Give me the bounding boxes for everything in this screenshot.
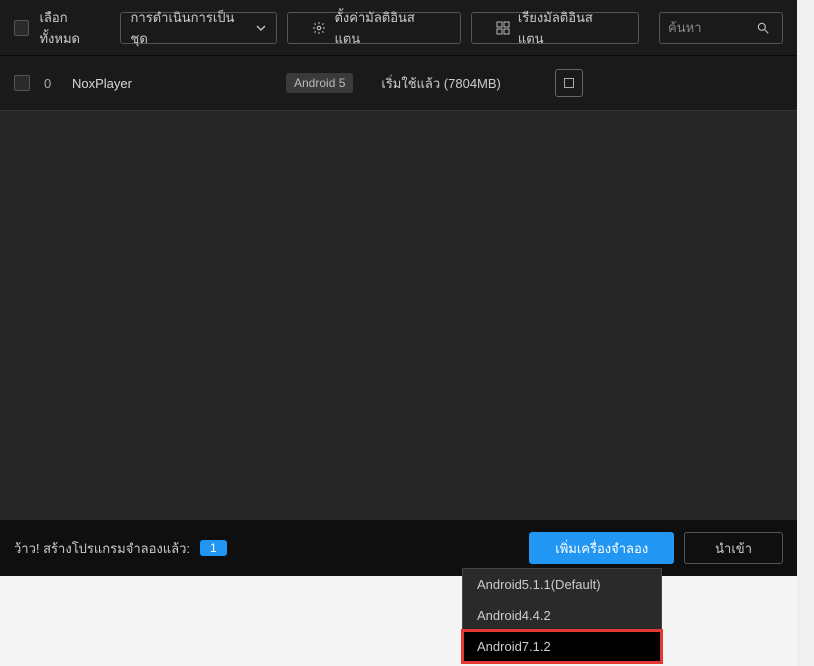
batch-actions-dropdown[interactable]: การดำเนินการเป็นชุด	[120, 12, 278, 44]
stop-button[interactable]	[555, 69, 583, 97]
add-emulator-button[interactable]: เพิ่มเครื่องจำลอง	[529, 532, 674, 564]
option-label: Android7.1.2	[477, 639, 551, 654]
row-checkbox[interactable]	[14, 75, 30, 91]
instance-row[interactable]: 0 NoxPlayer Android 5 เริ่มใช้แล้ว (7804…	[0, 56, 797, 111]
search-input[interactable]	[668, 20, 748, 35]
os-badge: Android 5	[286, 73, 353, 93]
stop-icon	[564, 78, 574, 88]
row-index: 0	[44, 76, 58, 91]
instance-count-badge: 1	[200, 540, 227, 556]
android-version-option[interactable]: Android7.1.2	[463, 631, 661, 662]
android-version-menu: Android5.1.1(Default) Android4.4.2 Andro…	[462, 568, 662, 663]
toolbar: เลือกทั้งหมด การดำเนินการเป็นชุด ตั้งค่า…	[0, 0, 797, 56]
android-version-option[interactable]: Android5.1.1(Default)	[463, 569, 661, 600]
select-all-checkbox[interactable]	[14, 20, 29, 36]
settings-label: ตั้งค่ามัลติอินสแตน	[334, 7, 435, 49]
arrange-label: เรียงมัลติอินสแตน	[518, 7, 614, 49]
footer-text: ว้าว! สร้างโปรแกรมจำลองแล้ว:	[14, 538, 190, 559]
arrange-instances-button[interactable]: เรียงมัลติอินสแตน	[471, 12, 639, 44]
add-emulator-label: เพิ่มเครื่องจำลอง	[555, 541, 648, 556]
batch-actions-label: การดำเนินการเป็นชุด	[131, 7, 247, 49]
grid-icon	[496, 21, 510, 35]
search-box[interactable]	[659, 12, 783, 44]
footer-bar: ว้าว! สร้างโปรแกรมจำลองแล้ว: 1 เพิ่มเครื…	[0, 520, 797, 576]
import-label: นำเข้า	[715, 541, 752, 556]
search-icon	[756, 21, 770, 35]
below-footer-area	[0, 576, 797, 666]
option-label: Android5.1.1(Default)	[477, 577, 601, 592]
chevron-down-icon	[256, 23, 266, 33]
row-name: NoxPlayer	[72, 76, 272, 91]
option-label: Android4.4.2	[477, 608, 551, 623]
multi-instance-settings-button[interactable]: ตั้งค่ามัลติอินสแตน	[287, 12, 460, 44]
row-status: เริ่มใช้แล้ว (7804MB)	[381, 73, 501, 94]
instance-list-empty-area	[0, 111, 797, 520]
import-button[interactable]: นำเข้า	[684, 532, 783, 564]
select-all-label: เลือกทั้งหมด	[39, 7, 105, 49]
scrollbar-track[interactable]	[797, 0, 814, 666]
gear-icon	[312, 21, 326, 35]
android-version-option[interactable]: Android4.4.2	[463, 600, 661, 631]
